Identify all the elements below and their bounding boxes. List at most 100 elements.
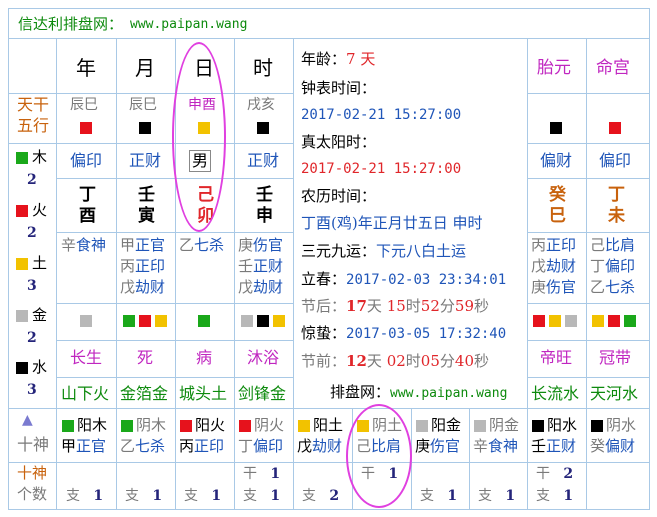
label-wuxing: 五行 [17, 116, 50, 135]
earth-square-icon [549, 315, 561, 327]
wx-name: 阴水 [606, 416, 637, 434]
count-label-top: 十神 [17, 464, 48, 482]
shishen-month: 正财 [129, 151, 162, 170]
earth-square-icon [155, 315, 167, 327]
zhi-count: 支 1 [478, 488, 516, 504]
zhi-count: 支 1 [243, 488, 281, 504]
wx-shishen: 甲正官 [61, 437, 107, 455]
col-line [234, 408, 235, 510]
zhi-month: 寅 [138, 206, 155, 226]
metal-square-icon [241, 315, 253, 327]
canggan-item: 庚伤官 [531, 278, 577, 296]
canggan-item: 辛食神 [61, 236, 107, 254]
wx-name: 阴火 [254, 416, 285, 434]
fire-square-icon [80, 122, 92, 134]
row-line [8, 93, 293, 94]
zhi-count: 支 2 [302, 488, 340, 504]
header-minggong: 命宫 [596, 58, 630, 78]
gan-count: 干 2 [536, 466, 574, 482]
col-line [56, 408, 57, 510]
metal-square-icon [565, 315, 577, 327]
wx-shishen: 乙七杀 [120, 437, 166, 455]
wx-shishen: 癸偏财 [590, 437, 636, 455]
label-tiangan: 天干 [17, 95, 50, 114]
metal-square-icon [416, 420, 428, 432]
fire-square-icon [609, 122, 621, 134]
row-line [8, 462, 650, 463]
nayin: 金箔金 [120, 384, 169, 403]
row-line [527, 93, 650, 94]
earth-square-icon [273, 315, 285, 327]
header-taiyuan: 胎元 [537, 58, 571, 78]
zhi-count: 支 1 [420, 488, 458, 504]
wx-name: 阴木 [136, 416, 167, 434]
col-line [175, 408, 176, 510]
wx-name: 阳水 [547, 416, 578, 434]
jingzhe-row: 惊蛰：2017-03-05 17:32:40 [301, 324, 507, 342]
fire-square-icon [239, 420, 251, 432]
clock-label: 钟表时间： [301, 79, 377, 97]
wx-shishen: 戊劫财 [297, 437, 343, 455]
age-row: 年龄：7 天 [301, 50, 376, 68]
header-month: 月 [135, 56, 155, 80]
wuxing-name: 金 [32, 306, 48, 324]
shishen-hour: 正财 [247, 151, 280, 170]
lunar-value: 丁酉(鸡)年正月廿五日 申时 [301, 214, 483, 232]
zhi-count: 支 1 [125, 488, 163, 504]
site-url[interactable]: www.paipan.wang [130, 18, 247, 31]
changsheng: 病 [196, 348, 213, 367]
col-line [116, 408, 117, 510]
gan-count: 干 1 [243, 466, 281, 482]
wx-shishen: 辛食神 [473, 437, 519, 455]
wuxing-name: 水 [32, 358, 48, 376]
wuxing-count: 3 [27, 278, 37, 294]
row-line [56, 303, 293, 304]
row-line [527, 143, 650, 144]
changsheng: 死 [137, 348, 154, 367]
col-line [469, 408, 470, 510]
canggan-item: 戊劫财 [120, 278, 166, 296]
shishen-minggong: 偏印 [599, 151, 632, 170]
wuxing-count: 3 [27, 382, 37, 398]
shishen-year: 偏印 [70, 151, 103, 170]
earth-square-icon [298, 420, 310, 432]
header-hour: 时 [253, 56, 273, 80]
zhi-minggong: 未 [608, 206, 625, 226]
xunkong: 辰巳 [129, 97, 157, 113]
wood-square-icon [62, 420, 74, 432]
row-line [527, 303, 650, 304]
lichun-row: 立春：2017-02-03 23:34:01 [301, 270, 507, 288]
highlight-ring [172, 42, 226, 232]
gan-minggong: 丁 [608, 185, 625, 205]
zhi-hour: 申 [256, 206, 273, 226]
water-square-icon [257, 122, 269, 134]
zhi-taiyuan: 巳 [549, 206, 566, 226]
row-line [527, 178, 650, 179]
highlight-ring [346, 404, 412, 508]
sanyuan-row: 三元九运：下元八白土运 [301, 242, 467, 260]
zhi-count: 支 1 [66, 488, 104, 504]
fire-square-icon [16, 205, 28, 217]
gan-taiyuan: 癸 [549, 185, 566, 205]
row-line [56, 340, 293, 341]
wood-square-icon [16, 152, 28, 164]
lunar-label: 农历时间： [301, 187, 377, 205]
nayin: 城头土 [179, 384, 228, 403]
legend-line [8, 143, 56, 144]
wx-name: 阴金 [489, 416, 520, 434]
xunkong: 戌亥 [247, 97, 275, 113]
col-line [586, 408, 587, 510]
row-line [56, 377, 293, 378]
zhi-count: 支 1 [184, 488, 222, 504]
earth-square-icon [592, 315, 604, 327]
wood-square-icon [121, 420, 133, 432]
wx-name: 阳土 [313, 416, 344, 434]
gan-hour: 壬 [256, 185, 273, 205]
changsheng: 帝旺 [540, 348, 573, 367]
bazi-chart: 信达利排盘网： www.paipan.wang 年 月 日 时 天干 五行 辰巳… [0, 0, 657, 517]
site-title: 信达利排盘网： [18, 15, 124, 33]
nayin: 长流水 [531, 384, 580, 403]
wx-shishen: 庚伤官 [415, 437, 461, 455]
canggan-item: 己比肩 [590, 236, 636, 254]
shishen-table-label: 十神 [17, 435, 50, 454]
